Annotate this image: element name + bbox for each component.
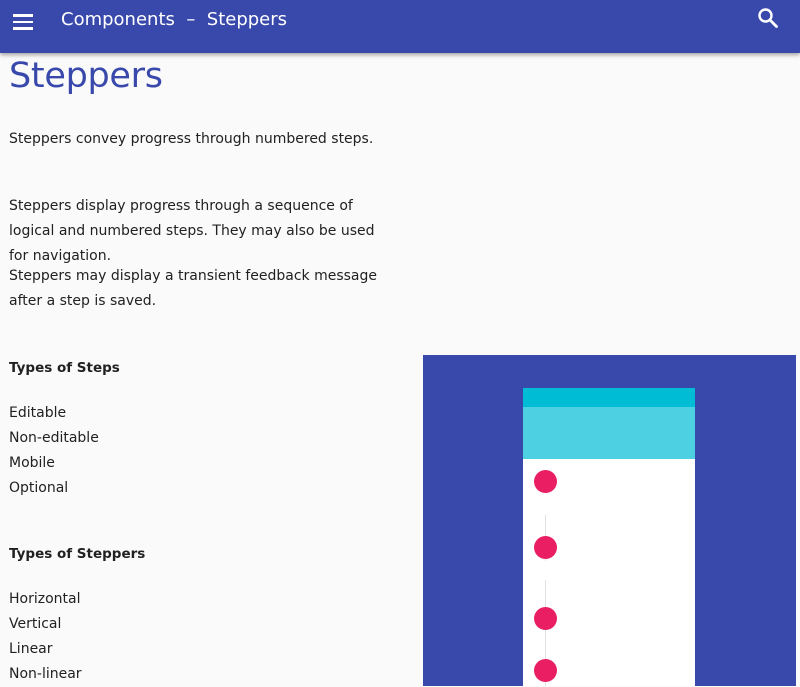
search-icon[interactable]	[757, 7, 779, 29]
list-item-linear[interactable]: Linear	[9, 637, 82, 662]
phone-status-bar	[523, 388, 695, 407]
types-of-steppers-heading: Types of Steppers	[9, 546, 146, 562]
list-item-editable[interactable]: Editable	[9, 401, 99, 426]
list-item-optional[interactable]: Optional	[9, 476, 99, 501]
list-item-mobile[interactable]: Mobile	[9, 451, 99, 476]
stepper-illustration	[423, 355, 796, 686]
intro-text: Steppers convey progress through numbere…	[9, 131, 374, 147]
feedback-paragraph: Steppers may display a transient feedbac…	[9, 268, 378, 309]
types-of-steps-list: Editable Non-editable Mobile Optional	[9, 401, 99, 501]
app-bar-title: Components – Steppers	[61, 9, 288, 30]
list-item-vertical[interactable]: Vertical	[9, 612, 82, 637]
app-bar: Components – Steppers	[0, 0, 800, 53]
page-title: Steppers	[9, 56, 163, 96]
step-indicator	[534, 536, 557, 559]
types-of-steppers-list: Horizontal Vertical Linear Non-linear	[9, 587, 82, 687]
step-indicator	[534, 470, 557, 493]
phone-mockup	[523, 388, 695, 686]
menu-icon[interactable]	[13, 12, 35, 32]
list-item-non-linear[interactable]: Non-linear	[9, 662, 82, 687]
list-item-non-editable[interactable]: Non-editable	[9, 426, 99, 451]
step-indicator	[534, 607, 557, 630]
list-item-horizontal[interactable]: Horizontal	[9, 587, 82, 612]
description-paragraph: Steppers display progress through a sequ…	[9, 198, 375, 264]
phone-toolbar	[523, 407, 695, 459]
types-of-steps-heading: Types of Steps	[9, 360, 120, 376]
step-indicator	[534, 659, 557, 682]
